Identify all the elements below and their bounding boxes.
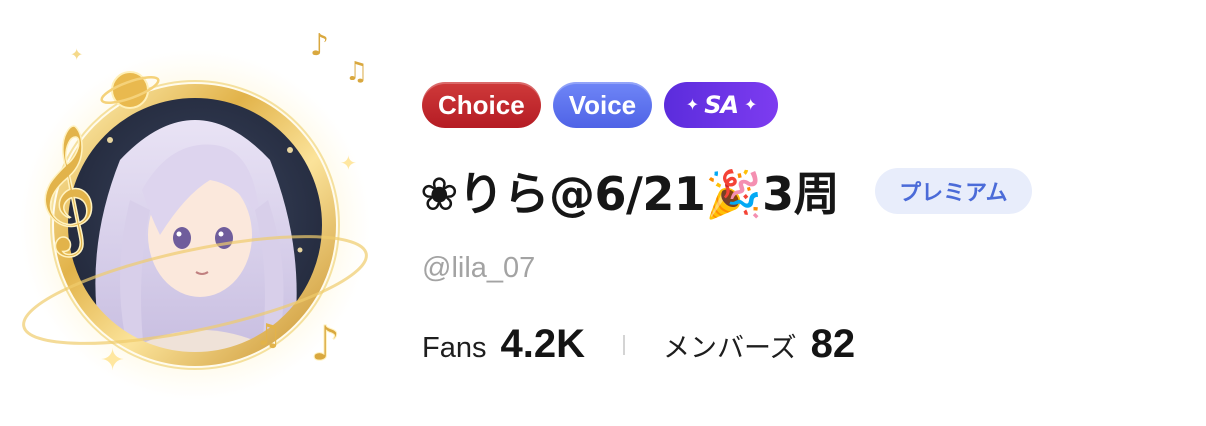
sa-badge-label: SA bbox=[704, 91, 739, 119]
avatar[interactable]: 𝄞 ♪ ♫ ♪ ♫ ✦ ✦ ✦ bbox=[10, 20, 380, 410]
voice-badge[interactable]: Voice bbox=[552, 82, 653, 128]
premium-badge[interactable]: プレミアム bbox=[875, 168, 1032, 214]
svg-text:♫: ♫ bbox=[255, 318, 282, 353]
svg-text:✦: ✦ bbox=[340, 151, 357, 175]
sa-badge[interactable]: ✦ SA ✦ bbox=[664, 82, 779, 128]
user-handle: @lila_07 bbox=[422, 252, 536, 284]
members-label: メンバーズ bbox=[662, 333, 797, 364]
fans-label: Fans bbox=[422, 332, 487, 364]
stats-divider bbox=[622, 334, 625, 355]
badge-row: Choice Voice ✦ SA ✦ bbox=[422, 82, 779, 128]
svg-text:♫: ♫ bbox=[345, 57, 368, 87]
sparkle-icon: ✦ bbox=[685, 95, 699, 114]
svg-text:✦: ✦ bbox=[70, 45, 83, 64]
profile-header: 𝄞 ♪ ♫ ♪ ♫ ✦ ✦ ✦ Choice Voice ✦ SA ✦ ❀りら@… bbox=[0, 0, 1206, 426]
svg-text:✦: ✦ bbox=[100, 343, 125, 378]
choice-badge[interactable]: Choice bbox=[422, 82, 541, 128]
svg-text:𝄞: 𝄞 bbox=[32, 123, 97, 257]
sparkle-icon: ✦ bbox=[744, 95, 757, 114]
display-name: ❀りら@6/21🎉3周 bbox=[420, 167, 840, 221]
stats-row: Fans 4.2K メンバーズ 82 bbox=[422, 322, 855, 367]
members-count[interactable]: 82 bbox=[811, 322, 856, 367]
svg-text:♪: ♪ bbox=[310, 316, 341, 372]
name-row: ❀りら@6/21🎉3周 プレミアム bbox=[420, 160, 1032, 222]
avatar-image: 𝄞 ♪ ♫ ♪ ♫ ✦ ✦ ✦ bbox=[20, 28, 370, 400]
fans-count[interactable]: 4.2K bbox=[500, 322, 585, 367]
svg-text:♪: ♪ bbox=[310, 28, 329, 63]
